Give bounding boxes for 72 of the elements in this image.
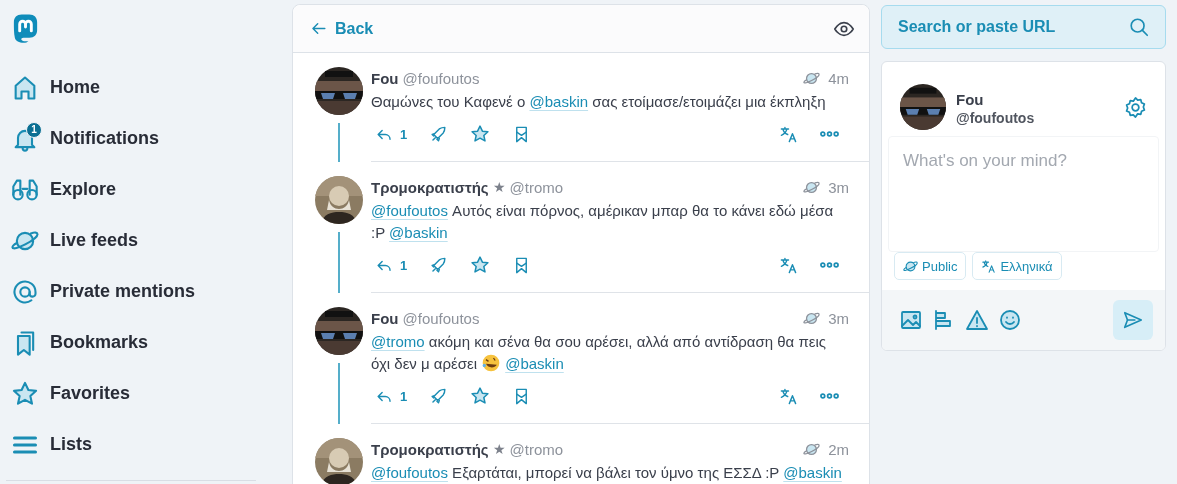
star-icon [470,124,491,144]
nav-item[interactable]: Live feeds [10,215,145,266]
account-handle: @foufoutos [956,109,1035,126]
post-text: @foufoutos Αυτός είναι πόρνος, αμέρικαν μπαρ θα το κάνει εδώ μέσα :P @baskin [371,201,835,243]
bot-label: ★ [492,441,506,457]
settings-icon [1124,95,1147,119]
visibility-button[interactable]: Public [894,252,967,280]
compose-field[interactable]: What's on your mind? [888,136,1159,252]
translate-icon [981,258,997,274]
star-icon [11,379,39,408]
nav-item[interactable]: Explore [10,164,123,215]
mention-link[interactable]: @baskin [389,224,448,241]
rocket-icon [429,124,449,144]
reply-button[interactable]: 1 [371,120,412,148]
language-button[interactable]: Ελληνικά [972,252,1062,280]
mention-link[interactable]: @foufoutos [371,464,448,481]
user-handle[interactable]: @foufoutos [402,309,480,327]
more-icon [820,393,839,399]
mention-link[interactable]: @baskin [783,464,842,481]
more-icon [820,131,839,137]
translate-icon [779,255,798,275]
send-icon [1122,309,1144,331]
notification-badge: 1 [26,121,42,138]
star-icon [470,255,491,275]
star-icon [470,386,491,406]
send-button[interactable] [1113,300,1153,340]
warning-icon [965,308,989,332]
post-text: @foufoutos Εξαρτάται, μπορεί να βάλει τον ύμνο της ΕΣΣΔ :P @baskin [371,463,843,483]
author-name[interactable]: Fou [371,309,399,327]
nav-item[interactable]: Lists [10,419,98,470]
user-handle[interactable]: @tromo [509,440,564,458]
post-time[interactable]: 4m [828,69,849,87]
nav-item[interactable]: 1 Notifications [10,113,165,164]
post-time[interactable]: 2m [828,440,849,458]
nav-item[interactable]: Favorites [10,368,137,419]
settings-button[interactable] [1124,95,1147,119]
back-button[interactable]: Back [309,19,374,38]
author-name[interactable]: Τρομοκρατιστής [371,440,489,458]
post-text: Θαμώνες του Καφενέ ο @baskin σας ετοίμασε/ετοιμάζει μια έκπληξη [371,92,827,112]
rocket-icon [429,386,449,406]
reply-button[interactable]: 1 [371,251,412,279]
mention-link[interactable]: @tromo [371,333,425,350]
planet-icon [903,258,918,274]
bot-label: ★ [492,179,506,195]
user-handle[interactable]: @tromo [509,178,564,196]
laughing-emoji-icon [481,353,502,373]
author-name[interactable]: Τρομοκρατιστής [371,178,489,196]
nav-item[interactable]: Private mentions [10,266,202,317]
search-icon [1128,16,1150,38]
mention-link[interactable]: @baskin [505,355,564,372]
mention-link[interactable]: @foufoutos [371,202,448,219]
mention-link[interactable]: @baskin [529,93,589,110]
account-name: Fou [956,89,985,110]
translate-icon [779,386,798,406]
post-text: @tromo ακόμη και σένα θα σου αρέσει, αλλά από αντίδραση θα πεις όχι δεν μ αρέσει @baskin [371,332,827,375]
translate-icon [779,124,798,144]
reply-button[interactable]: 1 [371,382,412,410]
media-button[interactable] [899,308,923,332]
smiley-icon [998,308,1022,332]
post-time[interactable]: 3m [828,178,849,196]
image-icon [899,308,923,332]
rocket-icon [429,255,449,275]
nav-item[interactable]: Bookmarks [10,317,155,368]
post-time[interactable]: 3m [828,309,849,327]
search-field[interactable]: Search or paste URL [881,5,1166,49]
author-name[interactable]: Fou [371,69,399,87]
at-sign-icon [11,277,39,306]
nav-item[interactable]: Home [10,62,106,113]
more-icon [820,262,839,268]
content-warning-button[interactable] [965,308,989,332]
emoji-button[interactable] [998,308,1022,332]
user-handle[interactable]: @foufoutos [402,69,480,87]
